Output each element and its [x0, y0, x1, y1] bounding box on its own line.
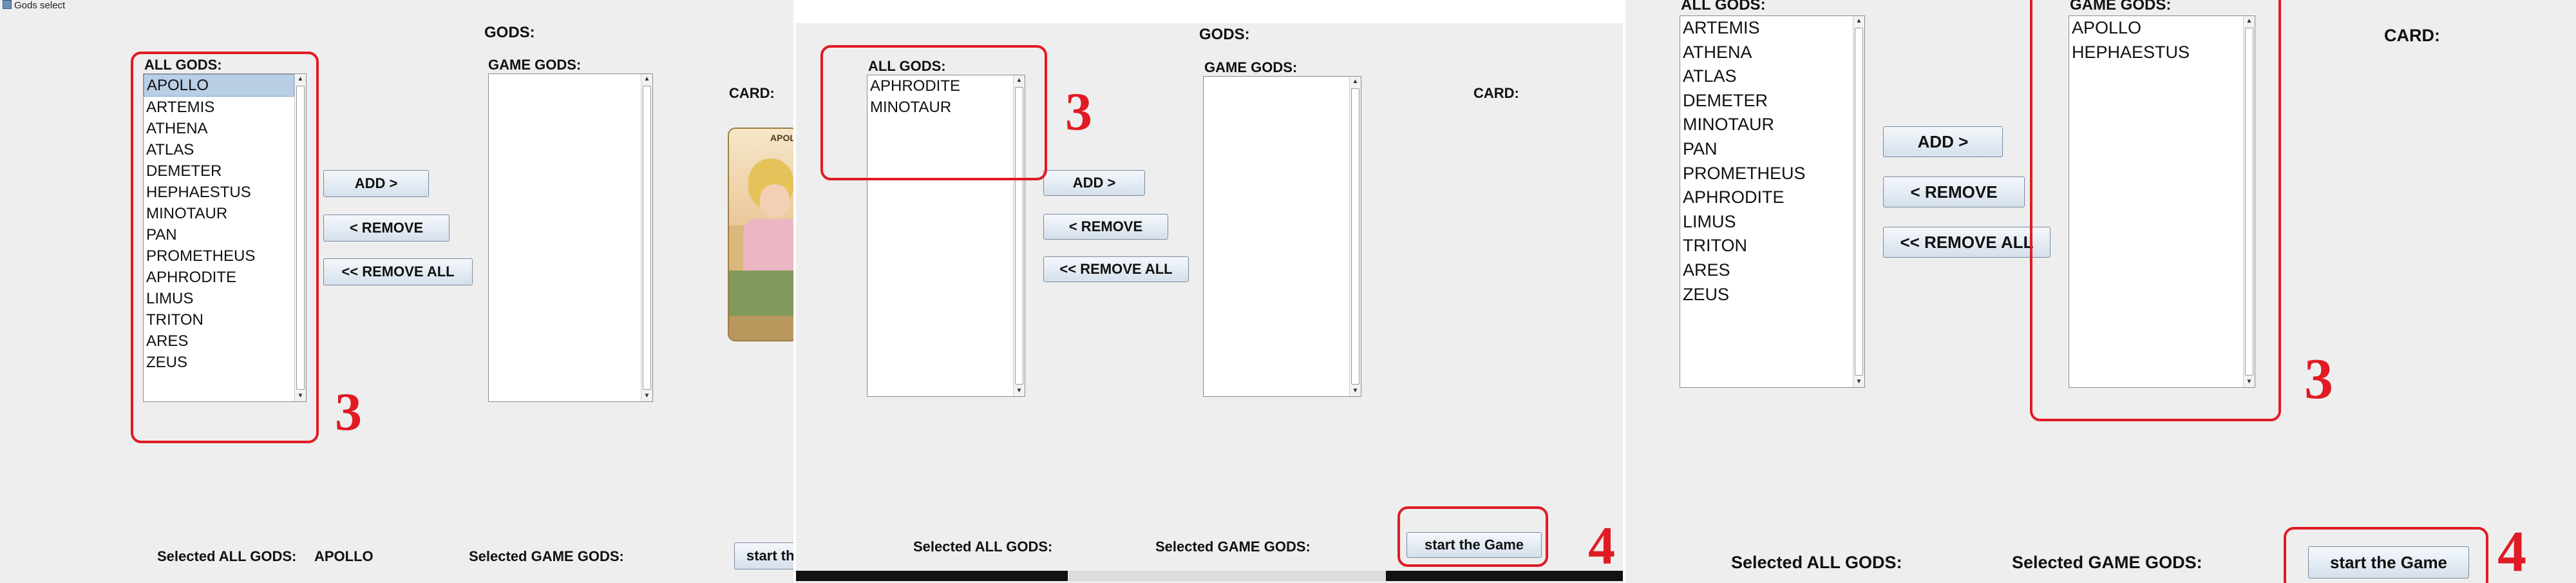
- game-gods-label: GAME GODS:: [488, 57, 582, 73]
- list-item[interactable]: ATHENA: [1680, 41, 1853, 65]
- horizontal-scroll-thumb[interactable]: [1068, 571, 1386, 581]
- game-gods-label: GAME GODS:: [1204, 59, 1298, 75]
- screenshot-panel-1: Gods select GODS: ALL GODS: APOLLO ARTEMI…: [0, 0, 793, 583]
- remove-all-button[interactable]: << REMOVE ALL: [1043, 256, 1189, 282]
- remove-button[interactable]: < REMOVE: [323, 215, 450, 242]
- all-gods-items: ARTEMIS ATHENA ATLAS DEMETER MINOTAUR PAN PROM…: [1680, 16, 1853, 307]
- game-gods-list[interactable]: ▲ ▼: [488, 73, 653, 402]
- list-item[interactable]: ARTEMIS: [1680, 16, 1853, 41]
- annotation-box-all-gods: [131, 52, 319, 443]
- scroll-down-arrow-icon[interactable]: ▼: [641, 391, 652, 401]
- scroll-down-arrow-icon[interactable]: ▼: [1853, 377, 1864, 387]
- remove-button[interactable]: < REMOVE: [1043, 214, 1168, 240]
- list-item[interactable]: ARES: [1680, 258, 1853, 283]
- app-icon: [3, 0, 12, 9]
- gods-title: GODS:: [484, 24, 535, 41]
- selected-game-gods-label: Selected GAME GODS:: [1155, 539, 1311, 555]
- card-caption: APOL: [770, 133, 793, 143]
- annotation-number-4: 4: [2497, 520, 2526, 583]
- screenshot-panel-3: ALL GODS: ARTEMIS ATHENA ATLAS DEMETER MINOT…: [1625, 0, 2576, 583]
- start-game-button[interactable]: start th: [734, 542, 793, 569]
- card-base: [729, 316, 793, 340]
- window-title: Gods select: [14, 0, 66, 11]
- annotation-box-game-gods: [2030, 0, 2281, 421]
- remove-all-button[interactable]: << REMOVE ALL: [1883, 227, 2050, 258]
- list-item[interactable]: ATLAS: [1680, 64, 1853, 89]
- annotation-number-3: 3: [2304, 347, 2333, 411]
- scroll-thumb[interactable]: [1351, 88, 1359, 385]
- scroll-thumb[interactable]: [1855, 28, 1863, 376]
- scroll-up-arrow-icon[interactable]: ▲: [1853, 16, 1864, 26]
- remove-all-button[interactable]: << REMOVE ALL: [323, 258, 473, 285]
- selected-all-gods-label: Selected ALL GODS:: [913, 539, 1053, 555]
- selected-game-gods-label: Selected GAME GODS:: [469, 548, 624, 564]
- annotation-box-start-game: [1397, 506, 1548, 567]
- card-ground: [729, 271, 793, 316]
- list-item[interactable]: TRITON: [1680, 234, 1853, 258]
- all-gods-label: ALL GODS:: [1681, 0, 1766, 14]
- add-button[interactable]: ADD >: [1043, 170, 1145, 196]
- scroll-down-arrow-icon[interactable]: ▼: [1350, 386, 1361, 396]
- scroll-up-arrow-icon[interactable]: ▲: [641, 74, 652, 84]
- annotation-number-3: 3: [1065, 82, 1092, 142]
- game-gods-scrollbar[interactable]: ▲ ▼: [641, 74, 652, 401]
- annotation-number-3: 3: [335, 382, 362, 442]
- card-figure-face: [760, 184, 790, 218]
- game-gods-scrollbar[interactable]: ▲ ▼: [1349, 77, 1361, 396]
- remove-button[interactable]: < REMOVE: [1883, 177, 2025, 207]
- add-button[interactable]: ADD >: [323, 170, 429, 197]
- scroll-up-arrow-icon[interactable]: ▲: [1350, 77, 1361, 87]
- card-figure-body: [743, 219, 793, 277]
- card-label: CARD:: [729, 85, 775, 101]
- card-label: CARD:: [2384, 26, 2440, 45]
- all-gods-list[interactable]: ARTEMIS ATHENA ATLAS DEMETER MINOTAUR PAN PROM…: [1680, 15, 1865, 388]
- list-item[interactable]: PROMETHEUS: [1680, 162, 1853, 186]
- scroll-thumb[interactable]: [643, 86, 651, 390]
- gods-title: GODS:: [1199, 26, 1250, 43]
- selected-all-gods-label: Selected ALL GODS:: [1731, 553, 1902, 572]
- list-item[interactable]: APHRODITE: [1680, 186, 1853, 210]
- annotation-box-start-game: [2284, 527, 2488, 583]
- selected-all-gods-value: APOLLO: [314, 548, 374, 564]
- annotation-box-all-gods: [820, 45, 1047, 180]
- scroll-down-arrow-icon[interactable]: ▼: [1014, 386, 1025, 396]
- window-title-bar: Gods select: [3, 0, 65, 11]
- list-item[interactable]: PAN: [1680, 137, 1853, 162]
- horizontal-scrollbar[interactable]: [796, 571, 1623, 581]
- game-gods-list[interactable]: ▲ ▼: [1203, 76, 1361, 397]
- all-gods-scrollbar[interactable]: ▲ ▼: [1853, 16, 1864, 387]
- list-item[interactable]: LIMUS: [1680, 210, 1853, 234]
- list-item[interactable]: ZEUS: [1680, 283, 1853, 307]
- annotation-number-4: 4: [1588, 516, 1615, 576]
- list-item[interactable]: DEMETER: [1680, 89, 1853, 113]
- screenshot-panel-2: GODS: ALL GODS: APHRODITE MINOTAUR ▲ ▼ AD…: [796, 23, 1623, 583]
- selected-all-gods-label: Selected ALL GODS:: [157, 548, 297, 564]
- selected-game-gods-label: Selected GAME GODS:: [2012, 553, 2202, 572]
- add-button[interactable]: ADD >: [1883, 126, 2003, 157]
- god-card-image: APOL: [728, 128, 793, 341]
- card-label: CARD:: [1473, 85, 1519, 101]
- list-item[interactable]: MINOTAUR: [1680, 113, 1853, 137]
